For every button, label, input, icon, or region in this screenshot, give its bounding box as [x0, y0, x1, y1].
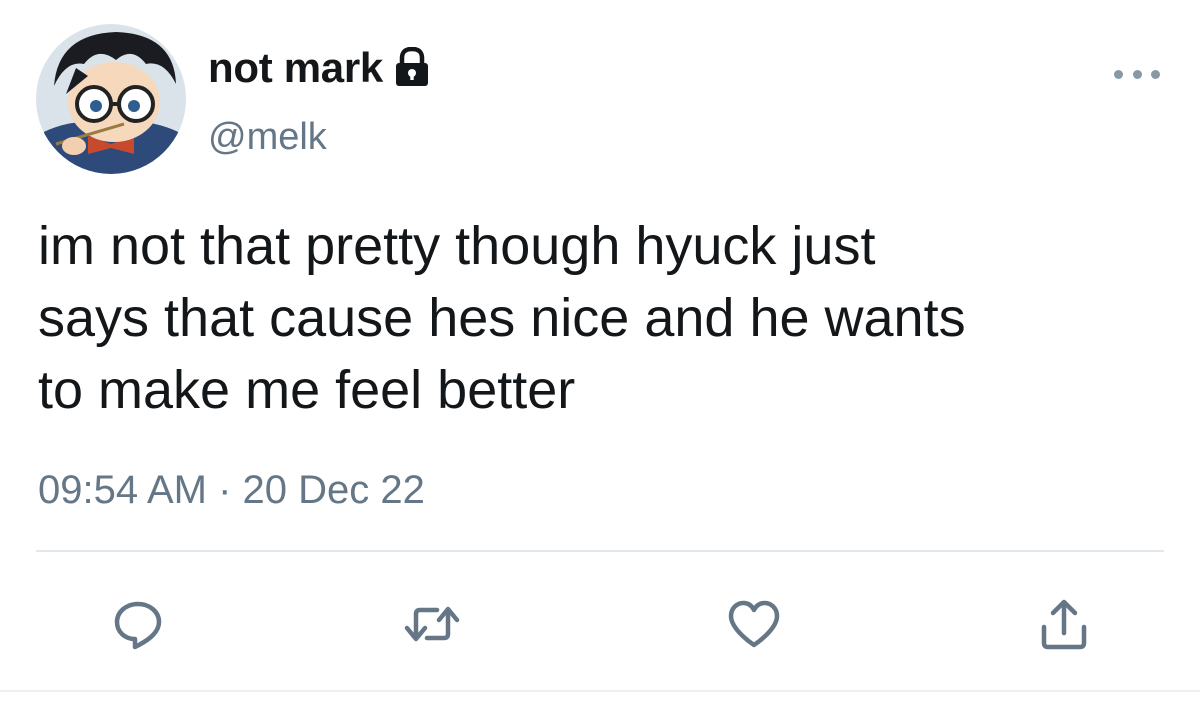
author-name-row: not mark — [208, 40, 431, 96]
divider — [36, 550, 1164, 552]
retweet-icon — [404, 606, 460, 642]
like-button[interactable] — [726, 596, 782, 652]
share-button[interactable] — [1036, 596, 1092, 652]
lock-icon — [393, 46, 431, 92]
heart-icon — [728, 600, 780, 648]
dot — [1132, 69, 1142, 79]
bottom-border — [0, 690, 1200, 692]
user-handle[interactable]: @melk — [208, 118, 327, 156]
retweet-button[interactable] — [404, 596, 460, 652]
tweet-text: im not that pretty though hyuck just say… — [38, 216, 966, 420]
avatar[interactable] — [36, 24, 186, 174]
reply-icon — [114, 601, 162, 650]
more-options-icon[interactable] — [1114, 62, 1160, 86]
dot — [1151, 69, 1160, 79]
avatar-image — [36, 24, 186, 174]
dot — [1114, 69, 1123, 79]
reply-button[interactable] — [110, 596, 166, 652]
share-icon — [1041, 599, 1087, 650]
display-name[interactable]: not mark — [208, 47, 383, 89]
tweet-timestamp[interactable]: 09:54 AM · 20 Dec 22 — [38, 470, 425, 510]
